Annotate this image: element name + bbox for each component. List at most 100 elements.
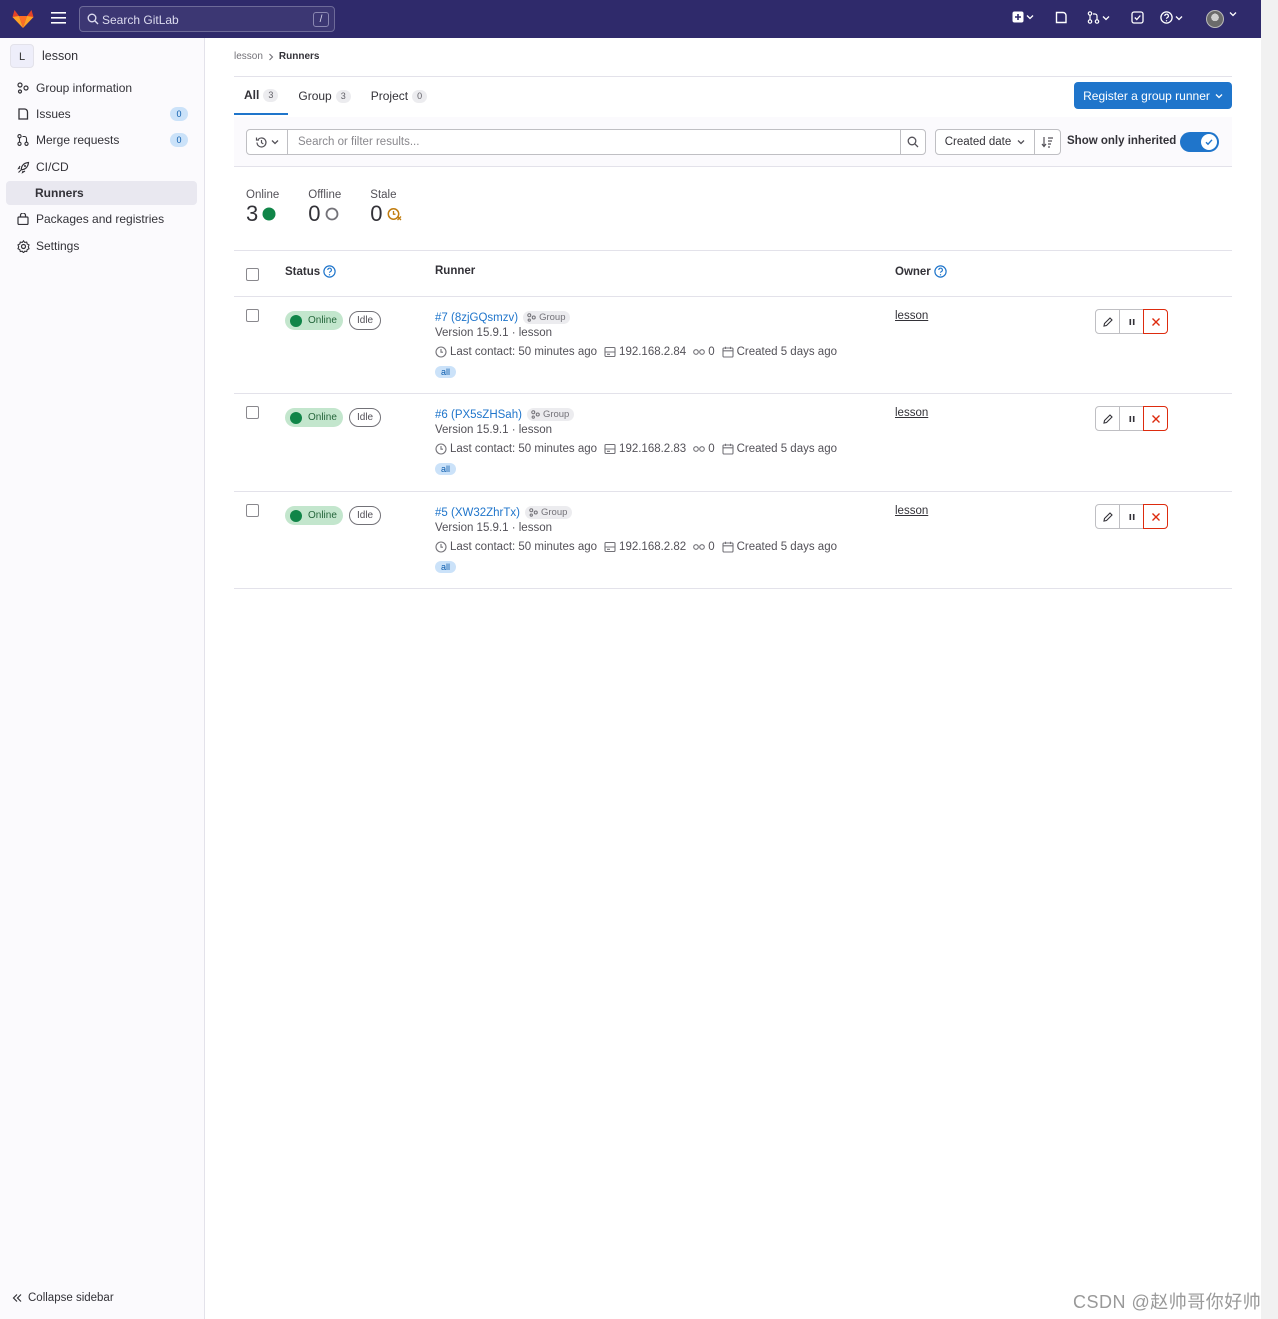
help-icon[interactable] bbox=[323, 265, 336, 278]
sidebar-item-label: Issues bbox=[36, 107, 71, 121]
tab-label: All bbox=[244, 88, 260, 102]
select-all-checkbox[interactable] bbox=[246, 268, 259, 281]
help-icon[interactable] bbox=[934, 265, 947, 278]
edit-button[interactable] bbox=[1095, 406, 1120, 431]
runner-type-badge: Group bbox=[525, 506, 573, 519]
delete-button[interactable] bbox=[1143, 504, 1168, 529]
stat-value: 0 bbox=[308, 201, 321, 226]
edit-button[interactable] bbox=[1095, 504, 1120, 529]
runner-link[interactable]: #7 (8zjGQsmzv) bbox=[435, 312, 518, 324]
pause-button[interactable] bbox=[1119, 309, 1144, 334]
ip-address: 192.168.2.82 bbox=[619, 541, 687, 553]
create-new-menu[interactable] bbox=[1012, 11, 1034, 23]
collapse-sidebar-button[interactable]: Collapse sidebar bbox=[12, 1292, 114, 1304]
pencil-icon bbox=[1102, 413, 1114, 425]
runner-owner-link[interactable]: lesson bbox=[895, 505, 928, 517]
runner-header-label: Runner bbox=[435, 265, 476, 277]
chevron-down-icon bbox=[271, 139, 279, 145]
row-checkbox[interactable] bbox=[246, 504, 259, 517]
table-row: Online Idle #5 (XW32ZhrTx) Group Version… bbox=[234, 492, 1232, 589]
search-icon bbox=[907, 136, 919, 148]
menu-icon[interactable] bbox=[51, 12, 66, 24]
plus-square-icon bbox=[1012, 11, 1024, 23]
user-avatar[interactable] bbox=[1206, 10, 1224, 28]
sidebar-item-merge-requests[interactable]: Merge requests 0 bbox=[6, 128, 197, 152]
user-menu-chevron[interactable] bbox=[1229, 11, 1237, 17]
recent-searches-dropdown[interactable] bbox=[246, 129, 288, 155]
sidebar-item-packages[interactable]: Packages and registries bbox=[6, 207, 197, 231]
vertical-scrollbar[interactable] bbox=[1261, 0, 1278, 1319]
job-count: 0 bbox=[708, 443, 715, 455]
runner-tag: all bbox=[435, 366, 457, 378]
table-row: Online Idle #6 (PX5sZHSah) Group Version… bbox=[234, 394, 1232, 491]
watermark-text: CSDN @赵帅哥你好帅 bbox=[1073, 1292, 1262, 1312]
sidebar-item-issues[interactable]: Issues 0 bbox=[6, 102, 197, 126]
group-name: lesson bbox=[42, 49, 79, 63]
chevron-down-icon bbox=[1175, 15, 1183, 21]
show-inherited-toggle[interactable] bbox=[1180, 132, 1219, 152]
package-icon bbox=[16, 213, 30, 225]
row-checkbox[interactable] bbox=[246, 406, 259, 419]
sidebar-item-group-information[interactable]: Group information bbox=[6, 76, 197, 100]
group-context-header[interactable]: L lesson bbox=[10, 44, 78, 68]
runner-type-badge: Group bbox=[526, 408, 575, 421]
help-menu[interactable] bbox=[1160, 11, 1183, 24]
delete-button[interactable] bbox=[1143, 309, 1168, 334]
server-icon bbox=[604, 346, 616, 358]
filter-search-button[interactable] bbox=[900, 129, 926, 155]
runners-table-header: Status Runner Owner bbox=[234, 250, 1232, 297]
sidebar-item-runners[interactable]: Runners bbox=[6, 181, 197, 205]
issues-nav-button[interactable] bbox=[1055, 11, 1067, 24]
stat-value: 3 bbox=[246, 201, 259, 226]
stat-label: Online bbox=[246, 189, 280, 201]
runner-type-tabs: All 3 Group 3 Project 0 bbox=[234, 77, 437, 115]
runner-link[interactable]: #5 (XW32ZhrTx) bbox=[435, 507, 520, 519]
status-column-header: Status bbox=[285, 265, 336, 278]
status-badge: Online bbox=[285, 408, 343, 427]
issues-count-badge: 0 bbox=[170, 107, 188, 121]
register-group-runner-button[interactable]: Register a group runner bbox=[1074, 82, 1232, 109]
pause-button[interactable] bbox=[1119, 504, 1144, 529]
group-icon bbox=[527, 313, 536, 322]
pause-button[interactable] bbox=[1119, 406, 1144, 431]
sort-direction-button[interactable] bbox=[1034, 129, 1061, 155]
runner-owner-link[interactable]: lesson bbox=[895, 310, 928, 322]
delete-button[interactable] bbox=[1143, 406, 1168, 431]
sort-by-dropdown[interactable]: Created date bbox=[935, 129, 1035, 155]
chevron-right-icon bbox=[268, 53, 274, 61]
runner-owner-link[interactable]: lesson bbox=[895, 407, 928, 419]
status-header-label: Status bbox=[285, 265, 321, 278]
double-chevron-left-icon bbox=[12, 1293, 22, 1303]
created-date: Created 5 days ago bbox=[736, 443, 837, 455]
breadcrumb-parent[interactable]: lesson bbox=[234, 51, 263, 62]
help-icon bbox=[1160, 11, 1173, 24]
chevron-down-icon bbox=[1215, 93, 1223, 99]
pause-icon bbox=[1127, 512, 1137, 522]
tab-all[interactable]: All 3 bbox=[234, 77, 289, 115]
filter-search-input[interactable]: Search or filter results... bbox=[287, 129, 901, 155]
runner-tag: all bbox=[435, 561, 457, 573]
sidebar-item-settings[interactable]: Settings bbox=[6, 234, 197, 258]
tab-project[interactable]: Project 0 bbox=[361, 77, 437, 115]
sidebar-item-cicd[interactable]: CI/CD bbox=[6, 155, 197, 179]
runner-name: #7 (8zjGQsmzv) Group bbox=[435, 311, 571, 324]
merge-requests-count-badge: 0 bbox=[170, 133, 188, 147]
group-avatar: L bbox=[10, 44, 34, 68]
merge-requests-nav-button[interactable] bbox=[1087, 11, 1110, 24]
settings-icon bbox=[16, 239, 30, 253]
row-actions bbox=[1095, 406, 1168, 431]
search-input[interactable]: Search GitLab / bbox=[79, 6, 335, 32]
tab-group[interactable]: Group 3 bbox=[288, 77, 360, 115]
edit-button[interactable] bbox=[1095, 309, 1120, 334]
todos-nav-button[interactable] bbox=[1131, 11, 1144, 24]
stat-online: Online 3 bbox=[246, 189, 279, 226]
group-icon bbox=[529, 508, 538, 517]
status-label: Online bbox=[308, 510, 337, 521]
runner-version: Version 15.9.1 · lesson bbox=[435, 424, 552, 436]
gitlab-logo-icon[interactable] bbox=[12, 9, 34, 29]
runner-name: #5 (XW32ZhrTx) Group bbox=[435, 506, 573, 519]
row-checkbox[interactable] bbox=[246, 309, 259, 322]
stat-label: Stale bbox=[370, 189, 397, 201]
runner-link[interactable]: #6 (PX5sZHSah) bbox=[435, 409, 522, 421]
collapse-sidebar-label: Collapse sidebar bbox=[28, 1292, 114, 1304]
